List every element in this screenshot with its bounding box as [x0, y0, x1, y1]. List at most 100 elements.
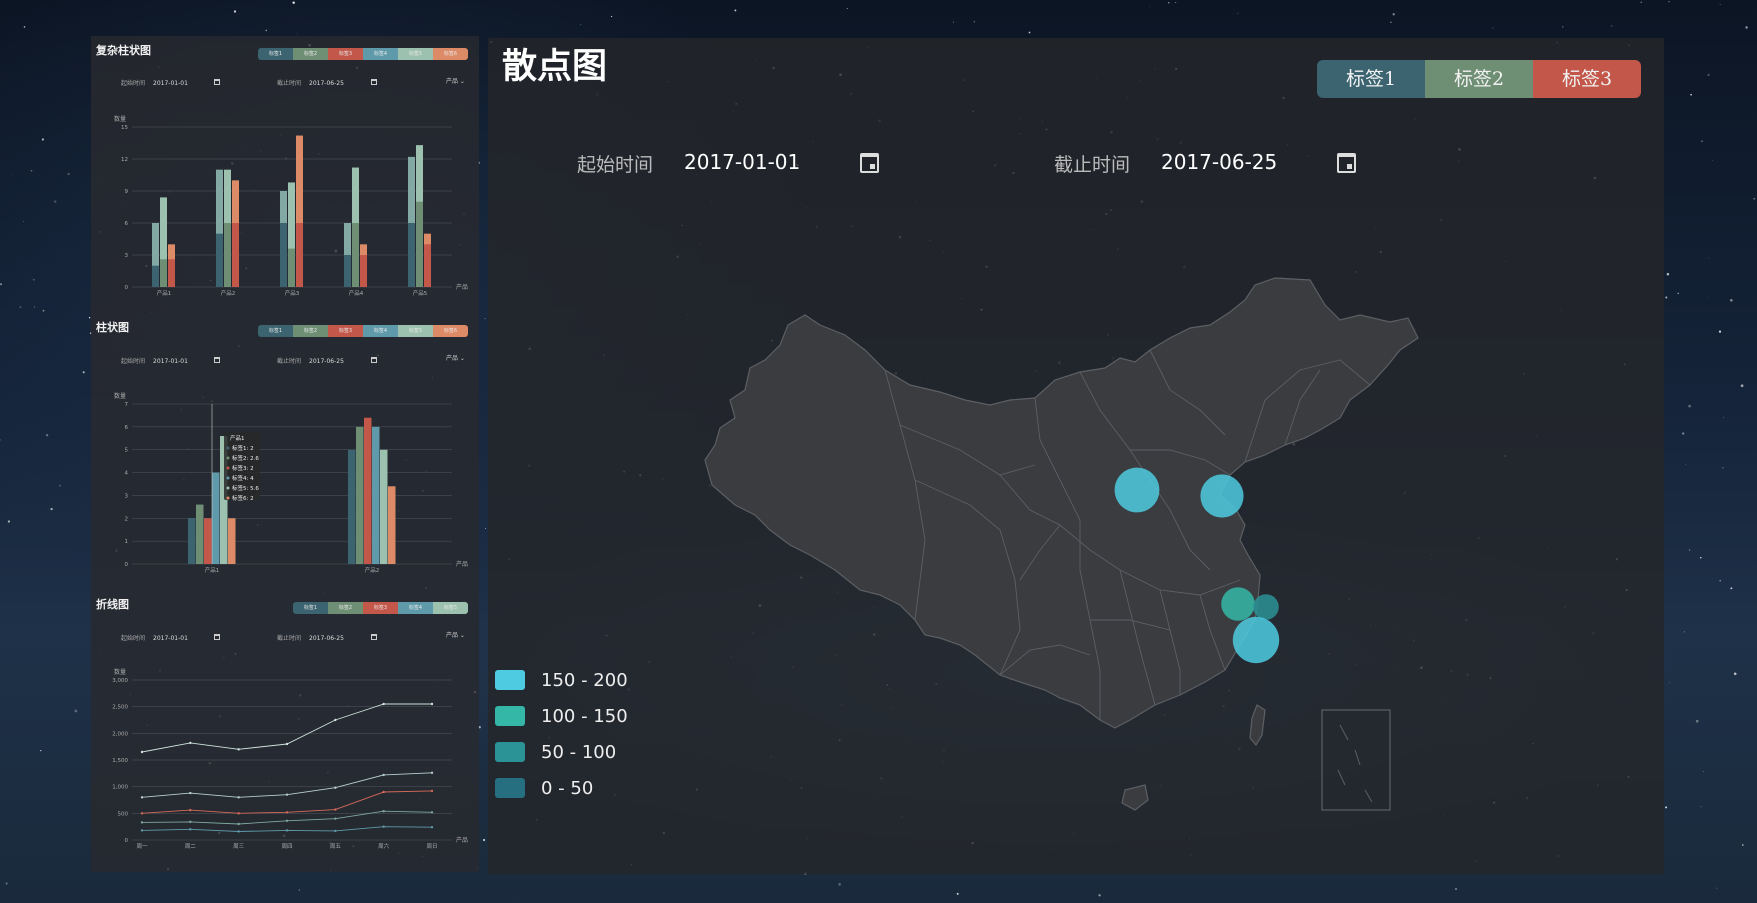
star	[23, 26, 26, 28]
data-point	[140, 796, 144, 799]
china-map[interactable]	[700, 250, 1440, 820]
tag-tabs: 标签1 标签2 标签3	[1317, 60, 1641, 98]
star	[483, 839, 486, 841]
chart1-product-select[interactable]: 产品 ⌄	[446, 76, 465, 85]
bar	[188, 518, 196, 564]
legend-item[interactable]: 标签1	[258, 48, 293, 60]
star	[1741, 844, 1744, 846]
chart1-calendar-icon[interactable]	[214, 79, 220, 85]
chart3-legend[interactable]: 标签1 标签2 标签3 标签4 标签5	[293, 602, 468, 614]
tooltip-line: 标签5: 5.6	[232, 484, 259, 492]
star	[952, 21, 954, 23]
end-calendar-icon[interactable]	[1337, 153, 1356, 173]
legend-item[interactable]: 标签2	[293, 48, 328, 60]
y-tick-label: 1	[125, 539, 129, 545]
star	[956, 892, 959, 895]
map-legend-item[interactable]: 100 - 150	[495, 698, 628, 734]
map-legend-item[interactable]: 150 - 200	[495, 662, 628, 698]
star	[1708, 257, 1709, 259]
y-tick-label: 0	[125, 838, 129, 844]
x-tick-label: 周日	[426, 843, 437, 850]
legend-item[interactable]: 标签4	[363, 325, 398, 337]
bar-segment	[296, 223, 303, 287]
scatter-point	[1253, 594, 1279, 620]
star	[82, 371, 85, 374]
tab-tag1[interactable]: 标签1	[1317, 60, 1425, 98]
chart1-start-date[interactable]: 起始时间 2017-01-01	[121, 78, 188, 87]
star	[1640, 1, 1642, 3]
x-axis-label: 产品	[456, 560, 468, 568]
star	[1665, 806, 1668, 809]
x-tick-label: 产品2	[365, 566, 380, 574]
legend-item[interactable]: 标签4	[363, 48, 398, 60]
chart2-end-date[interactable]: 截止时间 2017-06-25	[277, 356, 344, 365]
star	[734, 9, 737, 12]
legend-item[interactable]: 标签3	[328, 325, 363, 337]
y-tick-label: 500	[118, 811, 129, 817]
legend-item[interactable]: 标签3	[328, 48, 363, 60]
star	[1733, 672, 1737, 676]
x-tick-label: 周四	[281, 843, 292, 850]
y-tick-label: 3,000	[112, 678, 128, 684]
map-visual-legend: 150 - 200 100 - 150 50 - 100 0 - 50	[495, 662, 628, 806]
chart2-legend[interactable]: 标签1 标签2 标签3 标签4 标签5 标签6	[258, 325, 468, 337]
map-legend-item[interactable]: 0 - 50	[495, 770, 628, 806]
scatter-point	[1114, 467, 1160, 513]
star	[1745, 26, 1748, 29]
star	[1098, 894, 1101, 897]
tooltip-marker	[226, 456, 230, 460]
bar-segment	[424, 244, 431, 287]
legend-item[interactable]: 标签2	[293, 325, 328, 337]
legend-item[interactable]: 标签5	[398, 48, 433, 60]
legend-item[interactable]: 标签6	[433, 48, 468, 60]
chart2-start-date[interactable]: 起始时间 2017-01-01	[121, 356, 188, 365]
tooltip-line: 标签1: 2	[232, 444, 254, 452]
star	[973, 21, 975, 23]
chart3-calendar-icon[interactable]	[371, 634, 377, 640]
start-calendar-icon[interactable]	[860, 153, 879, 173]
chart1-end-date[interactable]: 截止时间 2017-06-25	[277, 78, 344, 87]
tooltip-line: 标签2: 2.6	[232, 454, 259, 462]
star	[296, 33, 297, 35]
legend-item[interactable]: 标签5	[433, 602, 468, 614]
star	[1707, 296, 1709, 298]
legend-item[interactable]: 标签6	[433, 325, 468, 337]
legend-item[interactable]: 标签5	[398, 325, 433, 337]
star	[53, 200, 57, 203]
legend-item[interactable]: 标签4	[398, 602, 433, 614]
data-point	[285, 811, 289, 814]
star	[7, 520, 11, 523]
legend-item[interactable]: 标签1	[258, 325, 293, 337]
chart3-start-date[interactable]: 起始时间 2017-01-01	[121, 633, 188, 642]
data-point	[140, 829, 144, 832]
chart1-calendar-icon[interactable]	[371, 79, 377, 85]
tooltip-line: 标签4: 4	[232, 474, 254, 482]
chart3-end-date[interactable]: 截止时间 2017-06-25	[277, 633, 344, 642]
data-point	[237, 796, 240, 799]
legend-item[interactable]: 标签1	[293, 602, 328, 614]
star	[846, 7, 848, 9]
star	[484, 317, 486, 320]
chart2-calendar-icon[interactable]	[214, 357, 220, 363]
map-legend-item[interactable]: 50 - 100	[495, 734, 628, 770]
star	[485, 528, 487, 530]
legend-item[interactable]: 标签2	[328, 602, 363, 614]
chart2-calendar-icon[interactable]	[371, 357, 377, 363]
tab-tag2[interactable]: 标签2	[1425, 60, 1533, 98]
y-axis-label: 数量	[114, 668, 126, 676]
chart3-calendar-icon[interactable]	[214, 634, 220, 640]
chart2-product-select[interactable]: 产品 ⌄	[446, 353, 465, 362]
legend-item[interactable]: 标签3	[363, 602, 398, 614]
star	[30, 169, 33, 172]
end-date-input[interactable]: 2017-06-25	[1161, 150, 1277, 174]
inset-islands	[1337, 724, 1373, 803]
data-point	[189, 820, 192, 824]
page-title: 散点图	[502, 47, 608, 87]
chart1-legend[interactable]: 标签1 标签2 标签3 标签4 标签5 标签6	[258, 48, 468, 60]
bar-segment	[232, 223, 239, 287]
star	[1611, 25, 1613, 27]
tab-tag3[interactable]: 标签3	[1533, 60, 1641, 98]
chart3-product-select[interactable]: 产品 ⌄	[446, 630, 465, 639]
start-date-input[interactable]: 2017-01-01	[684, 150, 800, 174]
data-point	[430, 826, 434, 829]
